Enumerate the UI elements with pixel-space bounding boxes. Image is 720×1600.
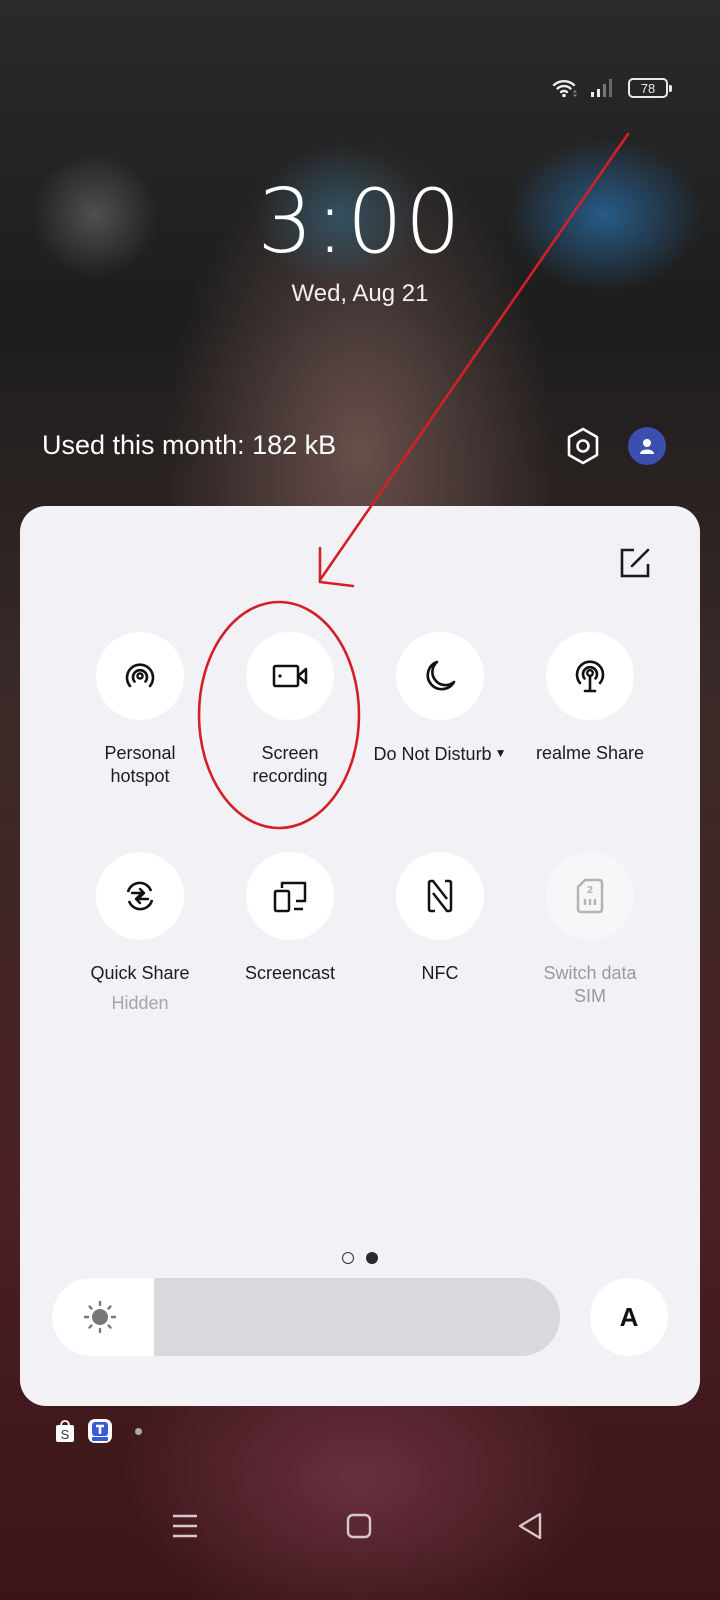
tile-screencast[interactable]: Screencast	[215, 852, 365, 1072]
home-icon	[346, 1513, 372, 1539]
status-bar: 78	[552, 78, 672, 98]
quick-settings-panel: Personal hotspot Screen recording Do Not…	[20, 506, 700, 1406]
tile-label: Do Not Disturb ▼	[374, 742, 507, 766]
clock-date: Wed, Aug 21	[291, 280, 429, 307]
battery-level: 78	[640, 80, 656, 96]
tile-button[interactable]	[96, 852, 184, 940]
tile-button[interactable]	[246, 632, 334, 720]
tile-button[interactable]: 2	[546, 852, 634, 940]
tile-row: Quick Share Hidden Screencast NFC 2 Swit…	[65, 852, 665, 1072]
clock-time: 3:00	[257, 170, 463, 273]
sun-icon	[83, 1300, 117, 1334]
tile-label: Screen recording	[252, 743, 328, 786]
tile-realme-share[interactable]: realme Share	[515, 632, 665, 852]
battery-indicator: 78	[628, 78, 672, 98]
brightness-slider[interactable]	[52, 1278, 560, 1356]
dropdown-caret-icon[interactable]: ▼	[495, 746, 507, 760]
tile-button[interactable]	[396, 852, 484, 940]
settings-icon[interactable]	[566, 427, 600, 465]
app-t-icon	[88, 1419, 112, 1443]
notification-icons: S	[55, 1418, 142, 1444]
tile-label-text: Do Not Disturb	[373, 744, 492, 764]
screen-record-icon	[272, 664, 308, 688]
tile-screen-recording[interactable]: Screen recording	[215, 632, 365, 852]
home-button[interactable]	[339, 1506, 379, 1546]
tile-label: NFC	[421, 963, 459, 983]
tile-label: realme Share	[535, 743, 645, 763]
tile-label: Personal hotspot	[104, 743, 176, 786]
tile-button[interactable]	[96, 632, 184, 720]
auto-brightness-button[interactable]: A	[590, 1278, 668, 1356]
page-dot-2-active[interactable]	[366, 1252, 378, 1264]
tile-label: Switch data SIM	[543, 963, 637, 1006]
tile-quick-share[interactable]: Quick Share Hidden	[65, 852, 215, 1072]
screencast-icon	[273, 881, 307, 913]
more-notifications-dot	[135, 1427, 142, 1435]
realme-share-icon	[575, 660, 605, 693]
svg-text:2: 2	[587, 885, 594, 896]
user-avatar-button[interactable]	[628, 427, 666, 465]
page-dot-1[interactable]	[342, 1252, 354, 1264]
tile-label: Screencast	[244, 963, 336, 983]
user-icon	[640, 439, 654, 454]
tile-nfc[interactable]: NFC	[365, 852, 515, 1072]
nfc-icon	[427, 879, 453, 913]
edit-icon[interactable]	[618, 546, 652, 580]
tile-personal-hotspot[interactable]: Personal hotspot	[65, 632, 215, 852]
data-usage-text[interactable]: Used this month: 182 kB	[42, 430, 336, 461]
tile-row: Personal hotspot Screen recording Do Not…	[65, 632, 665, 852]
wifi-icon	[552, 80, 577, 98]
tile-switch-data-sim[interactable]: 2 Switch data SIM	[515, 852, 665, 1072]
shopee-icon: S	[56, 1420, 74, 1442]
menu-icon	[173, 1514, 197, 1538]
header-actions	[566, 427, 666, 465]
tile-do-not-disturb[interactable]: Do Not Disturb ▼	[365, 632, 515, 852]
quick-share-icon	[126, 881, 154, 911]
navigation-bar	[0, 1506, 720, 1546]
svg-text:S: S	[61, 1427, 70, 1442]
back-icon	[518, 1512, 542, 1540]
tile-button[interactable]	[546, 632, 634, 720]
sim-2-icon: 2	[576, 878, 604, 914]
recent-apps-button[interactable]	[165, 1506, 205, 1546]
tile-button[interactable]	[396, 632, 484, 720]
page-indicator	[20, 1252, 700, 1264]
tile-sub-label: Hidden	[111, 993, 169, 1013]
tile-button[interactable]	[246, 852, 334, 940]
back-button[interactable]	[510, 1506, 550, 1546]
cell-signal-icon	[591, 79, 612, 97]
tile-label: Quick Share	[90, 963, 190, 983]
quick-tiles-grid: Personal hotspot Screen recording Do Not…	[65, 632, 665, 1072]
moon-icon	[426, 660, 456, 691]
hotspot-icon	[125, 663, 155, 688]
